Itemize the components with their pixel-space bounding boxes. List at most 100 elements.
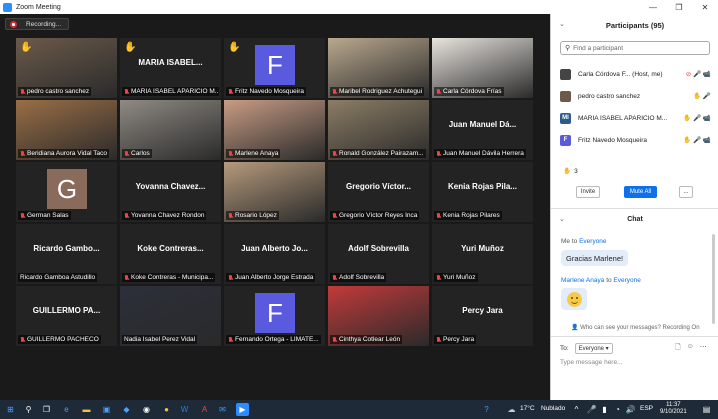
dropbox-icon[interactable]: ◆ [120,403,133,416]
chrome-icon[interactable]: ● [160,403,173,416]
file-explorer-icon[interactable]: ▬ [80,403,93,416]
clock[interactable]: 11:37 9/10/2021 [660,402,687,416]
participant-name-label: Gregorio Víctor Reyes Inca [330,211,420,220]
search-icon: ⚲ [565,45,571,52]
chat-scrollbar[interactable] [712,234,715,324]
participant-status-icons[interactable]: ⊘ 🎤 📹 [686,70,711,78]
participant-big-name: Ricardo Gambo... [33,244,100,253]
participant-big-name: Juan Alberto Jo... [241,244,308,253]
participant-name: Gregorio Víctor Reyes Inca [339,212,418,219]
emoji-icon[interactable]: ☺ [687,343,694,354]
participant-avatar: F [560,134,571,146]
muted-mic-icon [228,336,233,343]
participant-big-name: Juan Manuel Dá... [448,120,517,129]
chat-sender: Me [561,238,571,245]
video-tile[interactable]: ✋ pedro castro sanchez [16,38,117,98]
participant-big-name: GUILLERMO PA... [32,306,101,315]
video-tile[interactable]: Koke Contreras... Koke Contreras - Munici… [120,224,221,284]
participant-avatar: F [255,45,295,85]
recording-indicator[interactable]: Recording... [5,18,69,30]
microphone-icon[interactable]: 🎤 [585,403,598,416]
search-icon[interactable]: ⚲ [22,403,35,416]
muted-mic-icon [332,274,337,281]
participant-status-icons[interactable]: ✋ 🎤 📹 [683,114,711,122]
video-tile[interactable]: G German Salas [16,162,117,222]
participant-name: Koke Contreras - Municipa... [131,274,214,281]
video-tile[interactable]: MARIA ISABEL... ✋ MARIA ISABEL APARICIO M.… [120,38,221,98]
wifi-icon[interactable]: ◔ [611,403,624,416]
word-icon[interactable]: W [178,403,191,416]
video-tile[interactable]: Cinthya Cotlear León [328,286,429,346]
recording-label: Recording... [26,20,62,28]
more-options-icon[interactable]: ⋯ [700,343,707,354]
task-view-icon[interactable]: ❐ [40,403,53,416]
video-tile[interactable]: Carla Córdova Frías [432,38,533,98]
participant-status-icons[interactable]: ✋ 🎤 [693,92,711,100]
recipient-select[interactable]: Everyone ▾ [574,343,613,354]
help-icon[interactable]: ? [480,403,493,416]
zoom-taskbar-icon[interactable]: ▶ [236,403,249,416]
chat-emoji-message [561,288,587,310]
windows-start-icon[interactable]: ⊞ [4,403,17,416]
file-icon[interactable]: 🗋 [675,343,681,354]
participant-name-label: Juan Alberto Jorge Estrada [226,273,316,282]
video-tile[interactable]: Yovanna Chavez... Yovanna Chavez Rondon [120,162,221,222]
chat-sender[interactable]: Marlene Anaya [561,277,604,284]
participant-search-input[interactable]: ⚲ Find a participant [560,41,710,55]
participant-row[interactable]: pedro castro sanchez ✋ 🎤 [560,87,715,105]
chevron-up-icon[interactable]: ^ [570,403,583,416]
video-tile[interactable]: GUILLERMO PA... GUILLERMO PACHECO [16,286,117,346]
video-tile[interactable]: Percy Jara Percy Jara [432,286,533,346]
participant-row[interactable]: MI MARIA ISABEL APARICIO M... ✋ 🎤 📹 [560,109,715,127]
participant-row[interactable]: Carla Córdova F... (Host, me) ⊘ 🎤 📹 [560,65,715,83]
chat-message-input[interactable]: Type message here... [560,359,623,366]
video-tile[interactable]: Gregorio Víctor... Gregorio Víctor Reyes … [328,162,429,222]
video-tile[interactable]: F Fernando Ortega - LIMATE... [224,286,325,346]
video-tile[interactable]: F ✋ Fritz Navedo Mosqueira [224,38,325,98]
muted-mic-icon [124,212,129,219]
maximize-button[interactable]: ❐ [666,0,692,14]
minimize-button[interactable]: — [640,0,666,14]
store-icon[interactable]: ▣ [100,403,113,416]
video-tile[interactable]: Maribel Rodriguez Achutegui [328,38,429,98]
video-tile[interactable]: Carlos [120,100,221,160]
battery-icon[interactable]: ▮ [598,403,611,416]
video-tile[interactable]: Kenia Rojas Pila... Kenia Rojas Pilares [432,162,533,222]
video-tile[interactable]: Marlene Anaya [224,100,325,160]
participant-name: Juan Alberto Jorge Estrada [235,274,314,281]
app-icon[interactable]: ◉ [140,403,153,416]
edge-icon[interactable]: e [60,403,73,416]
who-can-see-link[interactable]: 👤 Who can see your messages? Recording O… [571,324,700,331]
mail-icon[interactable]: ✉ [216,403,229,416]
muted-mic-icon [436,88,441,95]
participant-name-label: Ricardo Gamboa Astudillo [18,273,98,282]
video-tile[interactable]: Adolf Sobrevilla Adolf Sobrevilla [328,224,429,284]
invite-button[interactable]: Invite [576,186,600,198]
participant-name: Marlene Anaya [235,150,279,157]
participant-name-label: Marlene Anaya [226,149,281,158]
chat-recipient[interactable]: Everyone [613,277,640,284]
chat-message-meta: Me to Everyone [561,238,607,245]
smile-emoji-icon [566,291,582,307]
acrobat-icon[interactable]: A [198,403,211,416]
video-tile[interactable]: Rosario López [224,162,325,222]
video-tile[interactable]: Beridiana Aurora Vidal Taco [16,100,117,160]
mute-all-button[interactable]: Mute All [624,186,657,198]
video-tile[interactable]: Yuri Muñoz Yuri Muñoz [432,224,533,284]
close-button[interactable]: ✕ [692,0,718,14]
participant-name: German Salas [27,212,69,219]
muted-mic-icon [20,150,25,157]
muted-mic-icon [332,150,337,157]
notifications-icon[interactable]: ▤ [700,403,713,416]
chat-recipient[interactable]: Everyone [579,238,606,245]
volume-icon[interactable]: 🔊 [624,403,637,416]
participant-row[interactable]: F Fritz Navedo Mosqueira ✋ 🎤 📹 [560,131,715,149]
video-tile[interactable]: Ricardo Gambo... Ricardo Gamboa Astudillo [16,224,117,284]
video-tile[interactable]: Nadia Isabel Perez Vidal [120,286,221,346]
video-tile[interactable]: Ronald González Pairazam... [328,100,429,160]
video-tile[interactable]: Juan Manuel Dá... Juan Manuel Dávila Herr… [432,100,533,160]
participant-status-icons[interactable]: ✋ 🎤 📹 [683,136,711,144]
video-tile[interactable]: Juan Alberto Jo... Juan Alberto Jorge Est… [224,224,325,284]
language-indicator[interactable]: ESP [640,405,653,412]
more-button[interactable]: ... [679,186,693,198]
